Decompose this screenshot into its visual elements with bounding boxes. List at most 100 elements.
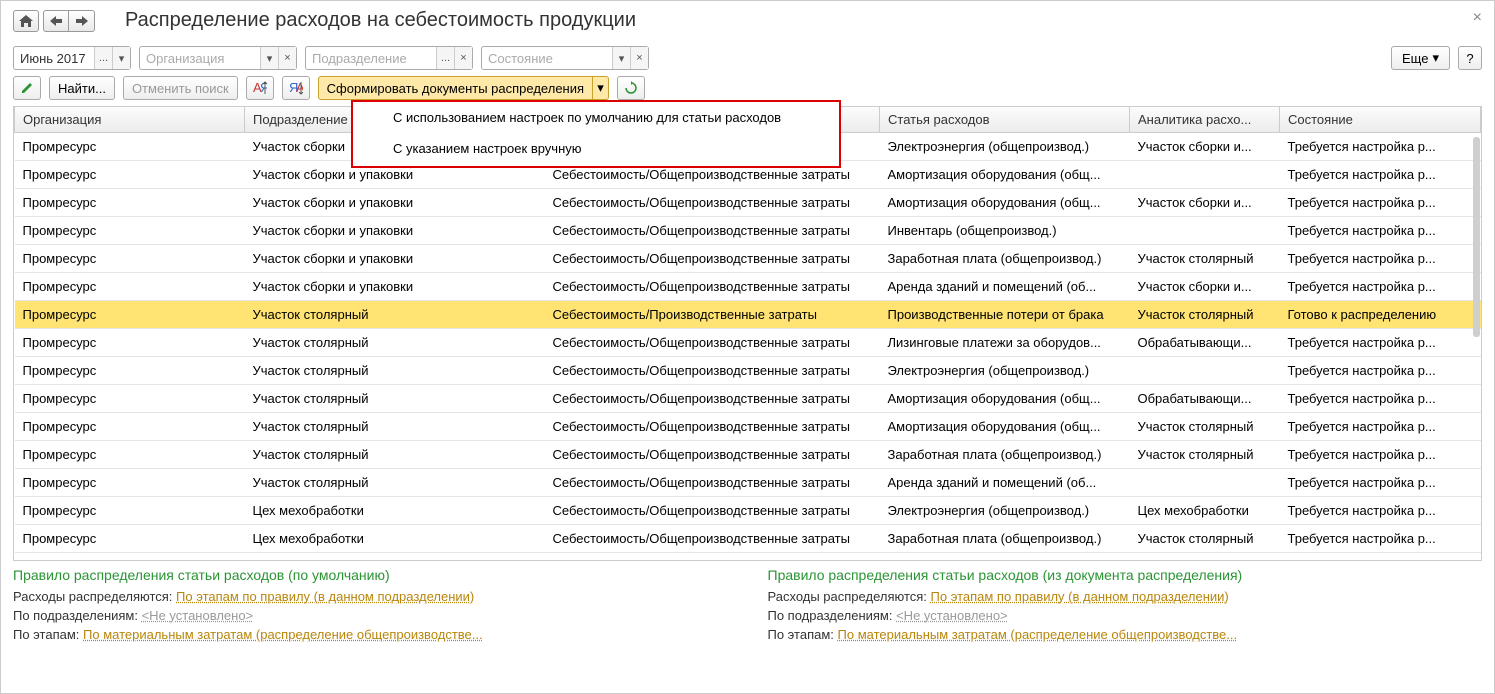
home-icon: [19, 15, 33, 27]
cell-org: Промресурс: [15, 385, 245, 413]
org-filter[interactable]: ▾ ×: [139, 46, 297, 70]
more-label: Еще: [1402, 51, 1428, 66]
cell-unit: Цех мехобработки: [245, 525, 545, 553]
col-header-state[interactable]: Состояние: [1280, 107, 1481, 133]
col-header-org[interactable]: Организация: [15, 107, 245, 133]
cell-org: Промресурс: [15, 189, 245, 217]
cell-an: [1130, 469, 1280, 497]
edit-button[interactable]: [13, 76, 41, 100]
more-button[interactable]: Еще ▾: [1391, 46, 1450, 70]
distrib-rule-link[interactable]: По этапам по правилу (в данном подраздел…: [176, 589, 474, 604]
arrow-right-icon: [76, 16, 88, 26]
state-filter[interactable]: ▾ ×: [481, 46, 649, 70]
cell-state: Требуется настройка р...: [1280, 441, 1481, 469]
table-row[interactable]: ПромресурсУчасток столярныйСебестоимость…: [15, 413, 1481, 441]
table-row[interactable]: ПромресурсУчасток сборки и упаковкиСебес…: [15, 273, 1481, 301]
cell-exp: Заработная плата (общепроизвод.): [880, 245, 1130, 273]
table-row[interactable]: ПромресурсЦех мехобработкиСебестоимость/…: [15, 525, 1481, 553]
period-selector[interactable]: ... ▾: [13, 46, 131, 70]
table-row[interactable]: ПромресурсУчасток столярныйСебестоимость…: [15, 301, 1481, 329]
cell-dir: Себестоимость/Общепроизводственные затра…: [545, 469, 880, 497]
stage-rule-link-2[interactable]: По материальным затратам (распределение …: [838, 627, 1238, 642]
cell-org: Промресурс: [15, 329, 245, 357]
footer-left: Правило распределения статьи расходов (п…: [13, 567, 728, 644]
cell-state: Требуется настройка р...: [1280, 161, 1481, 189]
menu-item-manual-settings[interactable]: С указанием настроек вручную: [353, 133, 839, 166]
cell-exp: Амортизация оборудования (общ...: [880, 161, 1130, 189]
back-button[interactable]: [43, 10, 69, 32]
cancel-search-button[interactable]: Отменить поиск: [123, 76, 238, 100]
unit-input[interactable]: [306, 51, 436, 66]
cell-dir: Себестоимость/Общепроизводственные затра…: [545, 525, 880, 553]
org-clear-button[interactable]: ×: [278, 47, 296, 69]
state-input[interactable]: [482, 51, 612, 66]
unit-rule-link[interactable]: <Не установлено>: [142, 608, 254, 623]
cell-org: Промресурс: [15, 413, 245, 441]
help-button[interactable]: ?: [1458, 46, 1482, 70]
footer-label: По подразделениям:: [768, 608, 897, 623]
cell-exp: Электроэнергия (общепроизвод.): [880, 357, 1130, 385]
table-row[interactable]: ПромресурсУчасток столярныйСебестоимость…: [15, 357, 1481, 385]
footer-left-title: Правило распределения статьи расходов (п…: [13, 567, 728, 583]
cell-unit: Участок столярный: [245, 441, 545, 469]
unit-clear-button[interactable]: ×: [454, 47, 472, 69]
unit-dots-button[interactable]: ...: [436, 47, 454, 69]
close-button[interactable]: ×: [1473, 9, 1482, 27]
period-input[interactable]: [14, 51, 94, 66]
cell-exp: Аренда зданий и помещений (об...: [880, 273, 1130, 301]
data-table-container: Организация Подразделение Направление ра…: [13, 106, 1482, 561]
cell-org: Промресурс: [15, 525, 245, 553]
state-clear-button[interactable]: ×: [630, 47, 648, 69]
scrollbar[interactable]: [1473, 137, 1480, 337]
footer-label: По подразделениям:: [13, 608, 142, 623]
cell-unit: Участок сборки и упаковки: [245, 189, 545, 217]
table-row[interactable]: ПромресурсЦех мехобработкиСебестоимость/…: [15, 497, 1481, 525]
cell-org: Промресурс: [15, 273, 245, 301]
cell-an: Участок столярный: [1130, 413, 1280, 441]
cell-exp: Аренда зданий и помещений (об...: [880, 469, 1130, 497]
cell-exp: Инвентарь (общепроизвод.): [880, 217, 1130, 245]
cell-state: Требуется настройка р...: [1280, 217, 1481, 245]
cell-state: Требуется настройка р...: [1280, 273, 1481, 301]
cell-an: Участок сборки и...: [1130, 133, 1280, 161]
table-row[interactable]: ПромресурсУчасток столярныйСебестоимость…: [15, 329, 1481, 357]
form-docs-dropdown-button[interactable]: ▾: [593, 76, 609, 100]
table-row[interactable]: ПромресурсУчасток столярныйСебестоимость…: [15, 385, 1481, 413]
org-dropdown-button[interactable]: ▾: [260, 47, 278, 69]
cell-unit: Участок сборки и упаковки: [245, 217, 545, 245]
distrib-rule-link-2[interactable]: По этапам по правилу (в данном подраздел…: [931, 589, 1229, 604]
col-header-exp[interactable]: Статья расходов: [880, 107, 1130, 133]
table-row[interactable]: ПромресурсУчасток сборки и упаковкиСебес…: [15, 217, 1481, 245]
table-row[interactable]: ПромресурсУчасток сборки и упаковкиСебес…: [15, 245, 1481, 273]
cell-an: Участок столярный: [1130, 441, 1280, 469]
org-input[interactable]: [140, 51, 260, 66]
col-header-an[interactable]: Аналитика расхо...: [1130, 107, 1280, 133]
find-button[interactable]: Найти...: [49, 76, 115, 100]
footer-right-title: Правило распределения статьи расходов (и…: [768, 567, 1483, 583]
pencil-icon: [20, 81, 34, 95]
cell-an: Участок столярный: [1130, 525, 1280, 553]
cell-unit: Участок столярный: [245, 413, 545, 441]
table-row[interactable]: ПромресурсУчасток столярныйСебестоимость…: [15, 441, 1481, 469]
unit-rule-link-2[interactable]: <Не установлено>: [896, 608, 1008, 623]
table-row[interactable]: ПромресурсУчасток сборки и упаковкиСебес…: [15, 189, 1481, 217]
home-button[interactable]: [13, 10, 39, 32]
period-dots-button[interactable]: ...: [94, 47, 112, 69]
cell-org: Промресурс: [15, 301, 245, 329]
period-dropdown-button[interactable]: ▾: [112, 47, 130, 69]
forward-button[interactable]: [69, 10, 95, 32]
state-dropdown-button[interactable]: ▾: [612, 47, 630, 69]
refresh-button[interactable]: [617, 76, 645, 100]
cell-exp: Лизинговые платежи за оборудов...: [880, 329, 1130, 357]
cell-an: Обрабатывающи...: [1130, 329, 1280, 357]
cell-an: [1130, 217, 1280, 245]
unit-filter[interactable]: ... ×: [305, 46, 473, 70]
table-row[interactable]: ПромресурсУчасток столярныйСебестоимость…: [15, 469, 1481, 497]
footer-right: Правило распределения статьи расходов (и…: [768, 567, 1483, 644]
sort-desc-button[interactable]: ЯА: [282, 76, 310, 100]
menu-item-default-settings[interactable]: С использованием настроек по умолчанию д…: [353, 102, 839, 133]
form-docs-button[interactable]: Сформировать документы распределения: [318, 76, 593, 100]
refresh-icon: [624, 81, 638, 95]
stage-rule-link[interactable]: По материальным затратам (распределение …: [83, 627, 483, 642]
sort-asc-button[interactable]: АЯ: [246, 76, 274, 100]
